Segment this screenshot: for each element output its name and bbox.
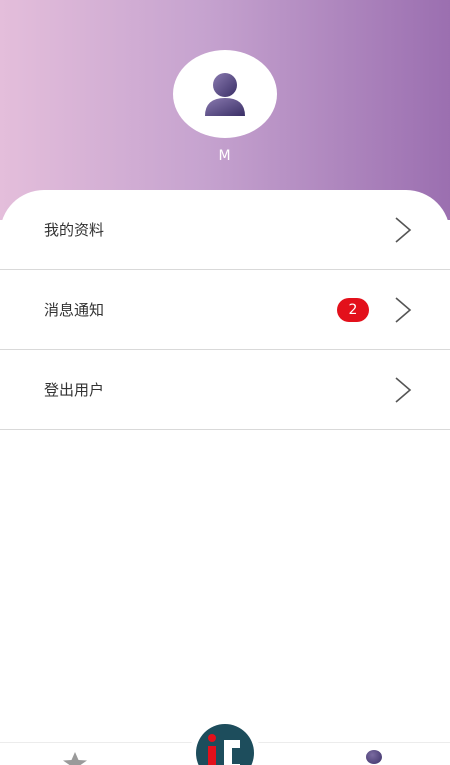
menu-item-label: 我的资料 <box>44 221 105 239</box>
menu-item-label: 登出用户 <box>44 381 105 399</box>
profile-header: M <box>0 0 450 220</box>
user-icon <box>205 73 245 116</box>
chevron-right-icon <box>395 297 412 323</box>
menu-item-label: 消息通知 <box>44 301 105 319</box>
menu-item-my-profile[interactable]: 我的资料 <box>0 190 450 270</box>
ic-logo-icon <box>208 734 240 765</box>
notification-count-badge: 2 <box>337 298 369 322</box>
profile-dot-icon[interactable] <box>366 750 382 764</box>
menu-item-logout[interactable]: 登出用户 <box>0 350 450 430</box>
avatar[interactable] <box>173 50 277 138</box>
menu-item-notifications[interactable]: 消息通知 2 <box>0 270 450 350</box>
menu-card: 我的资料 消息通知 2 登出用户 <box>0 190 450 765</box>
star-icon[interactable] <box>61 752 89 765</box>
username: M <box>218 148 232 164</box>
chevron-right-icon <box>395 217 412 243</box>
chevron-right-icon <box>395 377 412 403</box>
